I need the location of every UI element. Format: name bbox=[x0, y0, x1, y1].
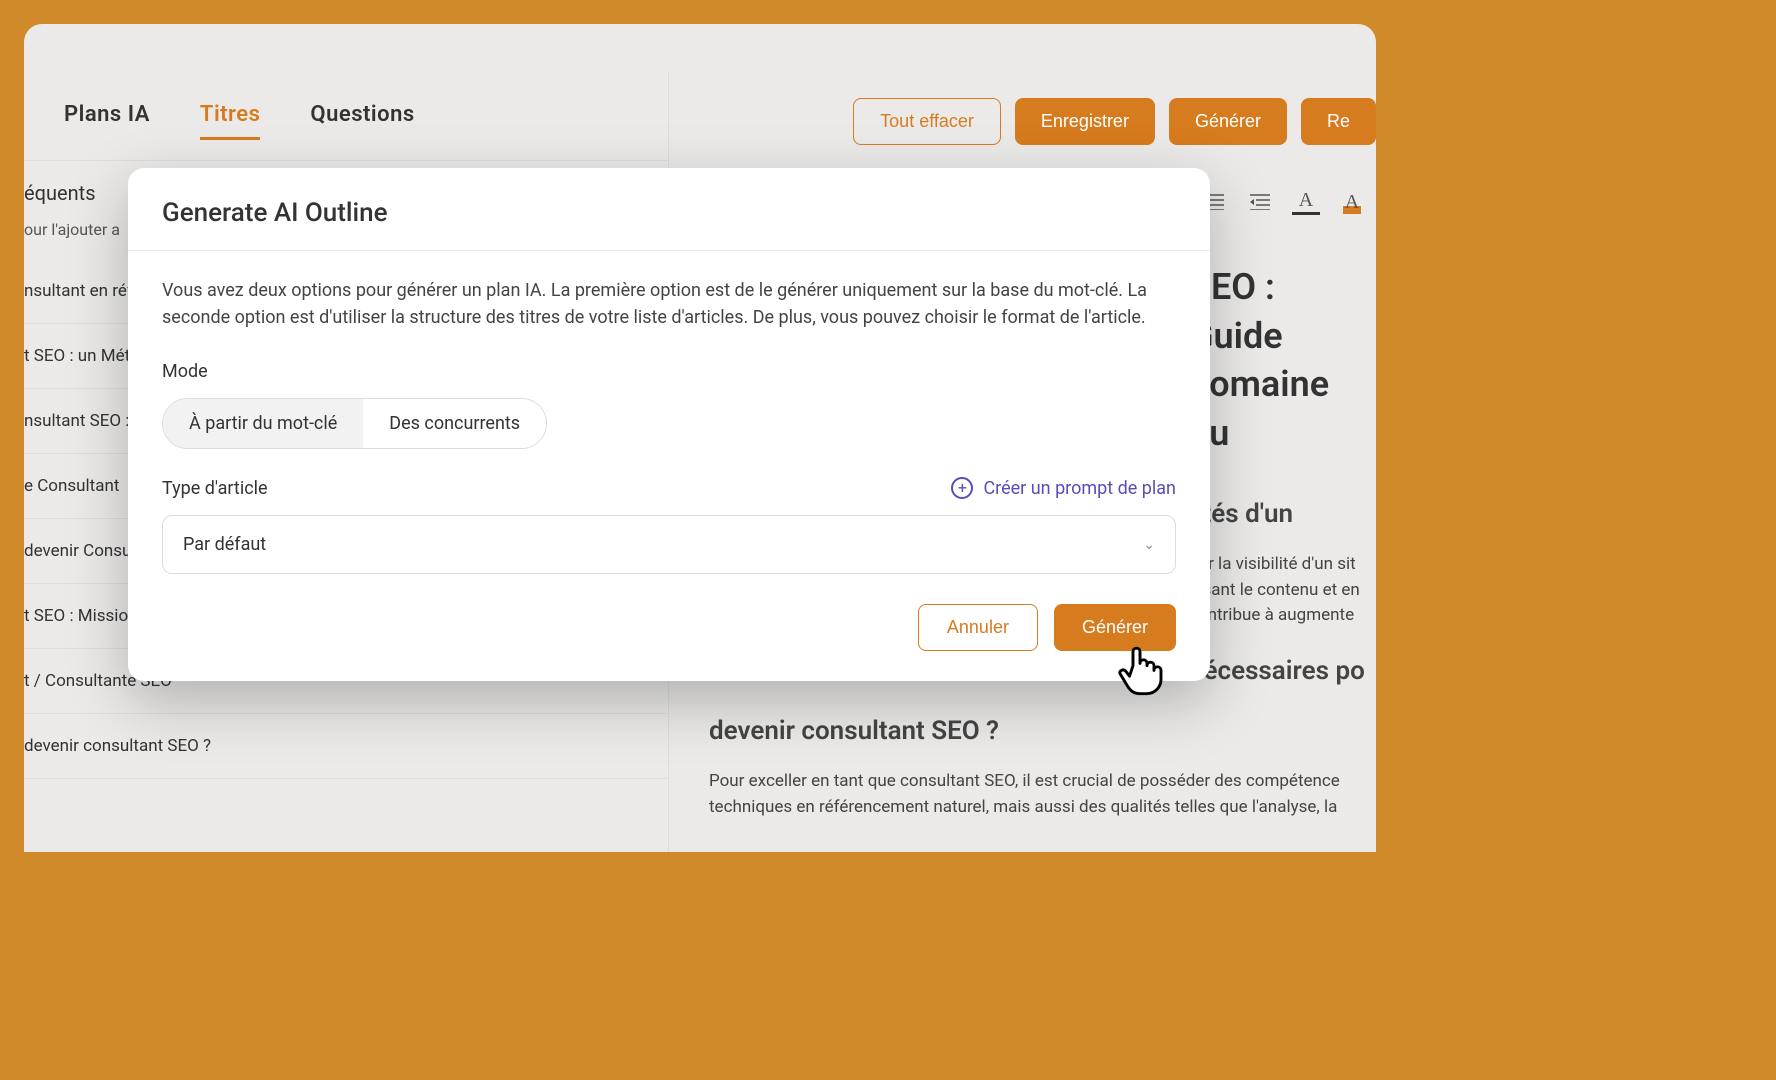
create-prompt-text: Créer un prompt de plan bbox=[983, 478, 1176, 499]
modal-description: Vous avez deux options pour générer un p… bbox=[162, 277, 1176, 331]
mode-option-keyword[interactable]: À partir du mot-clé bbox=[163, 399, 363, 448]
modal-generate-button[interactable]: Générer bbox=[1054, 604, 1176, 651]
create-prompt-link[interactable]: + Créer un prompt de plan bbox=[951, 477, 1176, 499]
type-row: Type d'article + Créer un prompt de plan bbox=[162, 477, 1176, 499]
select-value: Par défaut bbox=[183, 534, 266, 555]
plus-circle-icon: + bbox=[951, 477, 973, 499]
generate-outline-modal: Generate AI Outline Vous avez deux optio… bbox=[128, 168, 1210, 681]
article-type-select[interactable]: Par défaut ⌄ bbox=[162, 515, 1176, 574]
modal-overlay: Generate AI Outline Vous avez deux optio… bbox=[0, 0, 1400, 852]
modal-body: Vous avez deux options pour générer un p… bbox=[128, 251, 1210, 681]
modal-title: Generate AI Outline bbox=[162, 198, 1176, 228]
type-label: Type d'article bbox=[162, 478, 268, 499]
mode-option-competitors[interactable]: Des concurrents bbox=[363, 399, 546, 448]
modal-footer: Annuler Générer bbox=[162, 604, 1176, 651]
modal-header: Generate AI Outline bbox=[128, 168, 1210, 251]
chevron-down-icon: ⌄ bbox=[1143, 537, 1155, 553]
cancel-button[interactable]: Annuler bbox=[918, 604, 1038, 651]
mode-label: Mode bbox=[162, 361, 1176, 382]
mode-segmented: À partir du mot-clé Des concurrents bbox=[162, 398, 547, 449]
